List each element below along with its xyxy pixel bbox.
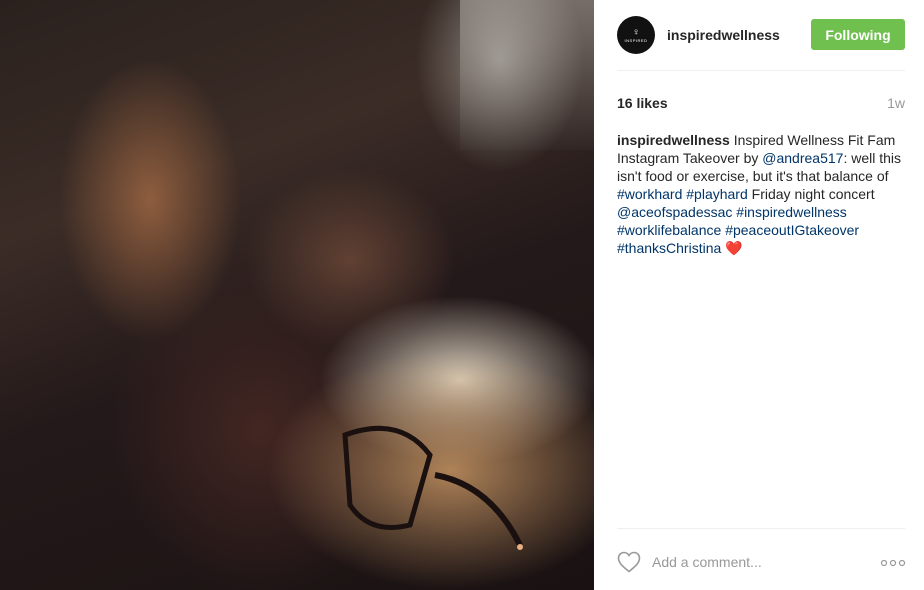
post-timestamp[interactable]: 1w	[887, 95, 905, 111]
more-options-icon[interactable]	[880, 559, 906, 567]
avatar-text: INSPIRED	[624, 37, 648, 43]
avatar-logo-icon: ♀	[632, 26, 640, 38]
likes-count[interactable]: 16 likes	[617, 95, 668, 111]
post-caption: inspiredwellness Inspired Wellness Fit F…	[617, 131, 907, 257]
hashtag-link[interactable]: #workhard	[617, 186, 682, 202]
hashtag-link[interactable]: #playhard	[686, 186, 748, 202]
hashtag-link[interactable]: #inspiredwellness	[736, 204, 847, 220]
mention-link[interactable]: @andrea517	[762, 150, 843, 166]
post-details-panel: ♀ INSPIRED inspiredwellness Following 16…	[594, 0, 924, 590]
caption-text: Friday night concert	[747, 186, 875, 202]
hashtag-link[interactable]: #thanksChristina	[617, 240, 721, 256]
following-button[interactable]: Following	[811, 19, 905, 50]
username-link[interactable]: inspiredwellness	[667, 27, 780, 43]
comment-input[interactable]	[652, 551, 862, 573]
red-heart-emoji: ❤️	[725, 240, 743, 256]
avatar[interactable]: ♀ INSPIRED	[617, 16, 655, 54]
glasses-shape	[342, 425, 523, 550]
hashtag-link[interactable]: #worklifebalance	[617, 222, 721, 238]
post-photo[interactable]	[0, 0, 594, 590]
hashtag-link[interactable]: #peaceoutIGtakeover	[725, 222, 859, 238]
caption-username[interactable]: inspiredwellness	[617, 132, 730, 148]
heart-outline-icon[interactable]	[617, 551, 641, 573]
header-divider	[617, 70, 905, 71]
mention-link[interactable]: @aceofspadessac	[617, 204, 732, 220]
stage-light	[460, 0, 594, 150]
comment-divider	[617, 528, 905, 529]
